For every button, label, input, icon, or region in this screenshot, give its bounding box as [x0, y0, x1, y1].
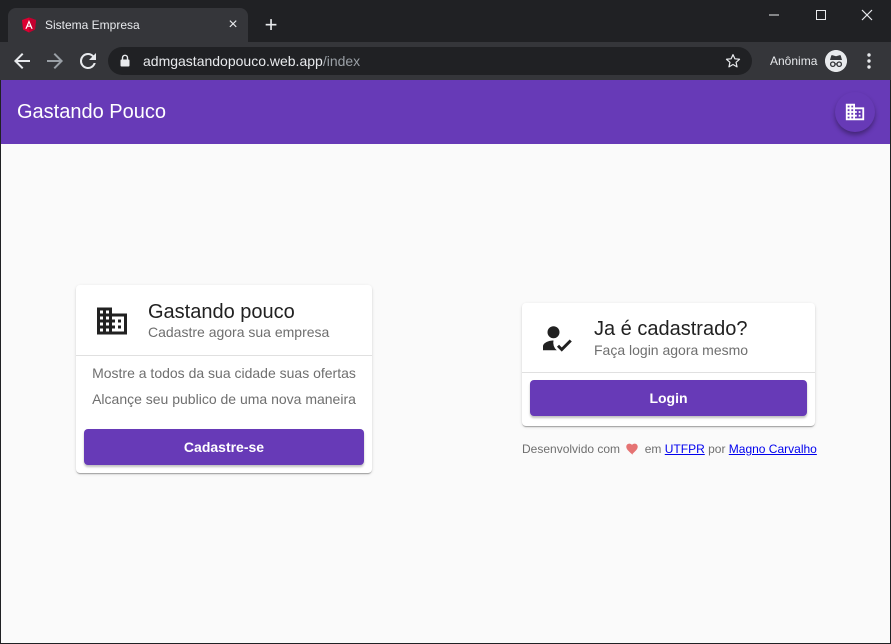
- angular-icon: [22, 17, 36, 33]
- url-text: admgastandopouco.web.app/index: [143, 53, 360, 69]
- browser-tab[interactable]: Sistema Empresa ×: [8, 8, 248, 42]
- close-window-button[interactable]: [851, 4, 883, 26]
- footer-by: por: [708, 442, 726, 456]
- app-title: Gastando Pouco: [17, 101, 166, 123]
- close-icon: [861, 9, 873, 21]
- footer-link-utfpr[interactable]: UTFPR: [665, 442, 705, 456]
- login-card: Ja é cadastrado? Faça login agora mesmo …: [522, 303, 815, 426]
- login-button[interactable]: Login: [530, 380, 807, 416]
- forward-icon[interactable]: [43, 49, 67, 73]
- register-card-line-1: Mostre a todos da sua cidade suas oferta…: [92, 365, 356, 381]
- star-icon[interactable]: [724, 52, 742, 70]
- url-host: admgastandopouco.web.app: [143, 53, 323, 69]
- register-card-subtitle: Cadastre agora sua empresa: [148, 324, 330, 340]
- login-card-title: Ja é cadastrado?: [594, 318, 748, 340]
- user-check-icon: [543, 326, 572, 352]
- app-toolbar: Gastando Pouco: [1, 80, 890, 144]
- business-icon: [845, 103, 865, 121]
- card-divider: [522, 372, 815, 373]
- minimize-button[interactable]: [758, 4, 790, 26]
- business-icon: [97, 307, 127, 335]
- menu-icon[interactable]: [860, 51, 878, 71]
- register-card-title: Gastando pouco: [148, 301, 295, 323]
- footer-credits: Desenvolvido com em UTFPR por Magno Carv…: [522, 442, 817, 456]
- minimize-icon: [769, 14, 779, 16]
- incognito-icon[interactable]: [825, 50, 847, 72]
- browser-toolbar: admgastandopouco.web.app/index Anônima: [0, 42, 891, 80]
- footer-link-author[interactable]: Magno Carvalho: [729, 442, 817, 456]
- page-content: Gastando Pouco Gastando pouco Cadastre a…: [0, 80, 891, 644]
- register-card-line-2: Alcançe seu publico de uma nova maneira: [92, 391, 356, 407]
- reload-icon[interactable]: [76, 49, 100, 73]
- tab-close-button[interactable]: ×: [224, 16, 242, 34]
- profile-label[interactable]: Anônima: [770, 54, 817, 68]
- business-fab-button[interactable]: [835, 92, 875, 132]
- register-card: Gastando pouco Cadastre agora sua empres…: [76, 285, 372, 473]
- maximize-icon: [816, 10, 826, 20]
- maximize-button[interactable]: [805, 4, 837, 26]
- lock-icon: [120, 54, 130, 67]
- register-button[interactable]: Cadastre-se: [84, 429, 364, 465]
- footer-prefix: Desenvolvido com: [522, 442, 621, 456]
- address-bar[interactable]: admgastandopouco.web.app/index: [108, 47, 752, 75]
- tab-title: Sistema Empresa: [45, 18, 140, 32]
- card-divider: [76, 355, 372, 356]
- url-path: /index: [322, 53, 361, 69]
- new-tab-button[interactable]: +: [260, 14, 282, 36]
- browser-titlebar: Sistema Empresa × +: [0, 0, 891, 42]
- heart-icon: [626, 443, 639, 455]
- login-card-subtitle: Faça login agora mesmo: [594, 342, 749, 358]
- footer-middle: em: [644, 442, 662, 456]
- back-icon[interactable]: [10, 49, 34, 73]
